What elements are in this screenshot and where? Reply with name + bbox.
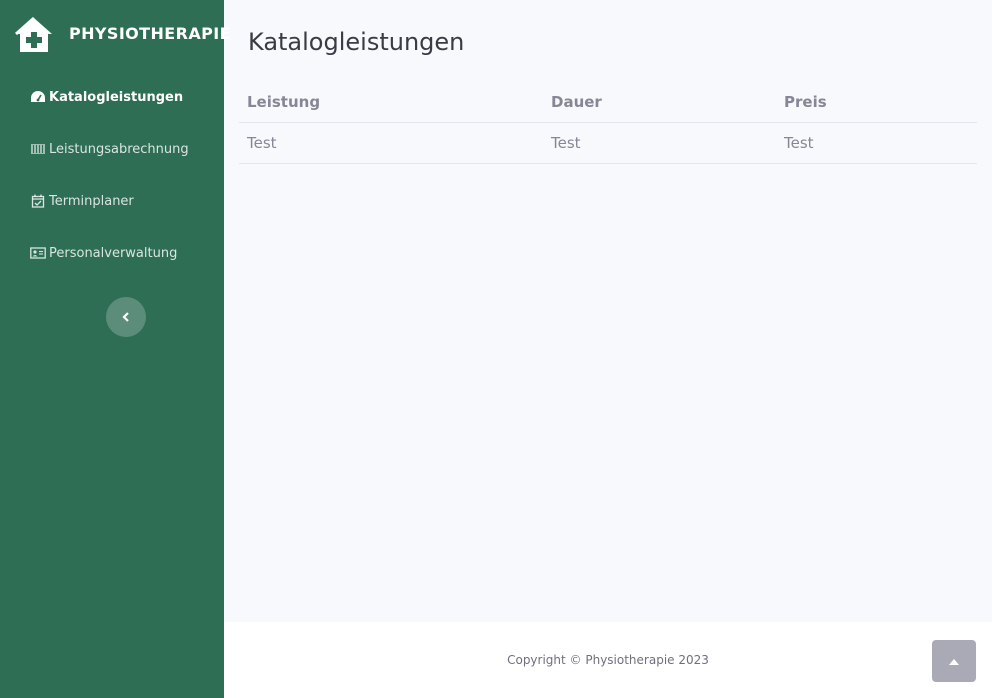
table-cell-leistung: Test <box>247 134 277 152</box>
tachometer-icon <box>30 90 46 104</box>
scroll-to-top-button[interactable] <box>932 640 976 682</box>
footer: Copyright © Physiotherapie 2023 <box>224 622 992 698</box>
calendar-check-icon <box>30 194 46 208</box>
column-header-dauer: Dauer <box>551 93 602 111</box>
sidebar-item-label: Katalogleistungen <box>49 89 184 105</box>
main-content: Katalogleistungen Leistung Dauer Preis T… <box>224 0 992 622</box>
sidebar-item-katalogleistungen[interactable]: Katalogleistungen <box>30 86 183 108</box>
table-row: Test Test Test <box>239 123 977 164</box>
clinic-house-icon <box>15 16 53 53</box>
sidebar-item-label: Terminplaner <box>49 193 134 209</box>
column-header-leistung: Leistung <box>247 93 321 111</box>
sidebar-item-terminplaner[interactable]: Terminplaner <box>30 190 134 212</box>
sidebar-item-leistungsabrechnung[interactable]: Leistungsabrechnung <box>30 138 189 160</box>
brand-name: PHYSIOTHERAPIE <box>69 24 231 43</box>
sidebar: PHYSIOTHERAPIE Katalogleistungen Leistun… <box>0 0 231 698</box>
copyright-text: Copyright © Physiotherapie 2023 <box>507 653 709 667</box>
sidebar-item-label: Personalverwaltung <box>49 245 178 261</box>
id-card-icon <box>30 246 46 260</box>
barcode-icon <box>30 142 46 156</box>
table-cell-dauer: Test <box>551 134 581 152</box>
chevron-left-icon <box>121 308 131 327</box>
services-table: Leistung Dauer Preis Test Test Test <box>239 82 977 164</box>
brand-link[interactable]: PHYSIOTHERAPIE <box>0 14 231 56</box>
sidebar-item-personalverwaltung[interactable]: Personalverwaltung <box>30 242 177 264</box>
sidebar-toggle-button[interactable] <box>106 297 146 337</box>
column-header-preis: Preis <box>784 93 827 111</box>
table-cell-preis: Test <box>784 134 814 152</box>
page-title: Katalogleistungen <box>248 28 465 56</box>
table-header-row: Leistung Dauer Preis <box>239 82 977 123</box>
sidebar-item-label: Leistungsabrechnung <box>49 141 189 157</box>
chevron-up-icon <box>948 652 960 671</box>
